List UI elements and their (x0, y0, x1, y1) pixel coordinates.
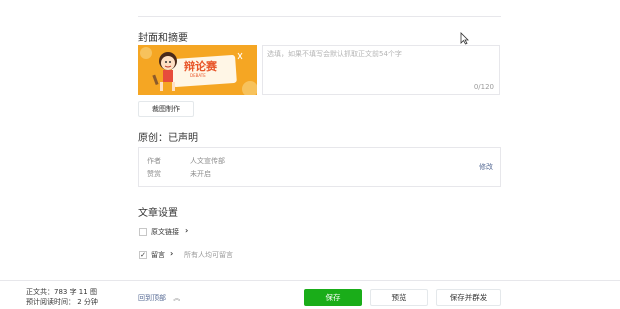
chevron-right-icon[interactable]: › (170, 249, 173, 258)
original-section-title: 原创：已声明 (138, 133, 198, 144)
original-link-label[interactable]: 原文链接 (151, 227, 179, 237)
cover-section-title: 封面和摘要 (138, 33, 188, 44)
summary-textarea[interactable]: 选填，如果不填写会默认抓取正文前54个字 0/120 (262, 45, 500, 95)
comments-label[interactable]: 留言 (151, 250, 165, 260)
chevron-up-icon: ︽ (173, 294, 181, 302)
reward-value: 未开启 (190, 170, 211, 178)
comments-checkbox[interactable]: ✓ (139, 251, 147, 259)
cover-image-text: 辩论赛 (184, 60, 217, 73)
top-divider (138, 16, 501, 17)
mouse-cursor-icon (460, 32, 469, 45)
back-to-top-link[interactable]: 回到顶部 ︽ (138, 293, 180, 303)
save-button[interactable]: 保存 (304, 289, 362, 306)
comments-hint: 所有人均可留言 (184, 251, 233, 259)
summary-char-count: 0/120 (473, 83, 494, 91)
crop-image-button[interactable]: 裁图制作 (138, 101, 194, 117)
original-link-checkbox[interactable] (139, 228, 147, 236)
cover-image[interactable]: 辩论赛 DEBATE (138, 45, 257, 95)
word-count: 正文共：783 字 11 图 (26, 288, 97, 296)
preview-button[interactable]: 预览 (370, 289, 428, 306)
back-to-top-label: 回到顶部 (138, 294, 166, 302)
read-time: 预计阅读时间： 2 分钟 (26, 298, 98, 306)
summary-placeholder: 选填，如果不填写会默认抓取正文前54个字 (267, 50, 402, 58)
footer-divider (0, 280, 620, 281)
edit-original-link[interactable]: 修改 (479, 162, 493, 172)
author-label: 作者 (147, 157, 161, 165)
cover-image-subtext: DEBATE (190, 73, 206, 78)
settings-section-title: 文章设置 (138, 208, 178, 219)
author-value: 人文宣传部 (190, 157, 225, 165)
original-info-box: 作者 人文宣传部 赞赏 未开启 修改 (138, 147, 501, 187)
chevron-right-icon[interactable]: › (185, 226, 188, 235)
save-and-send-button[interactable]: 保存并群发 (436, 289, 501, 306)
reward-label: 赞赏 (147, 170, 161, 178)
